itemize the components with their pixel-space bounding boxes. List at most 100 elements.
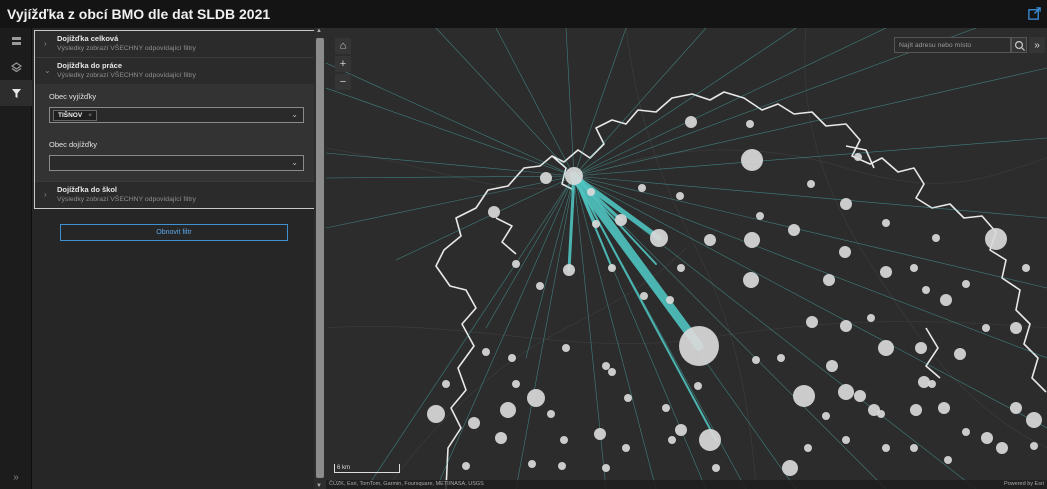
municipality-point[interactable] bbox=[1010, 322, 1022, 334]
municipality-point[interactable] bbox=[427, 405, 445, 423]
municipality-point[interactable] bbox=[666, 296, 674, 304]
municipality-point[interactable] bbox=[743, 272, 759, 288]
municipality-point[interactable] bbox=[560, 436, 568, 444]
municipality-point[interactable] bbox=[741, 149, 763, 171]
municipality-point[interactable] bbox=[512, 260, 520, 268]
municipality-point[interactable] bbox=[592, 220, 600, 228]
municipality-point[interactable] bbox=[565, 167, 583, 185]
municipality-point[interactable] bbox=[640, 292, 648, 300]
municipality-point[interactable] bbox=[746, 120, 754, 128]
search-icon[interactable] bbox=[1011, 37, 1027, 53]
municipality-point[interactable] bbox=[677, 264, 685, 272]
municipality-point[interactable] bbox=[981, 432, 993, 444]
home-icon[interactable]: ⌂ bbox=[335, 38, 351, 54]
municipality-point[interactable] bbox=[918, 376, 930, 388]
municipality-point[interactable] bbox=[840, 320, 852, 332]
municipality-point[interactable] bbox=[587, 188, 595, 196]
municipality-point[interactable] bbox=[777, 354, 785, 362]
municipality-point[interactable] bbox=[804, 444, 812, 452]
municipality-point[interactable] bbox=[867, 314, 875, 322]
municipality-point[interactable] bbox=[938, 402, 950, 414]
municipality-point[interactable] bbox=[704, 234, 716, 246]
filter-icon[interactable] bbox=[0, 80, 32, 106]
basemap-icon[interactable] bbox=[0, 54, 32, 80]
municipality-point[interactable] bbox=[500, 402, 516, 418]
municipality-point[interactable] bbox=[536, 282, 544, 290]
destination-select[interactable]: ⌄ bbox=[49, 155, 304, 171]
municipality-point[interactable] bbox=[622, 444, 630, 452]
municipality-point[interactable] bbox=[915, 342, 927, 354]
municipality-point[interactable] bbox=[854, 390, 866, 402]
municipality-point[interactable] bbox=[694, 382, 702, 390]
municipality-point[interactable] bbox=[839, 246, 851, 258]
municipality-point[interactable] bbox=[668, 436, 676, 444]
municipality-point[interactable] bbox=[562, 344, 570, 352]
municipality-point[interactable] bbox=[1026, 412, 1042, 428]
share-icon[interactable] bbox=[1027, 6, 1042, 21]
municipality-point[interactable] bbox=[662, 404, 670, 412]
layers-list-icon[interactable] bbox=[0, 28, 32, 54]
municipality-point[interactable] bbox=[1010, 402, 1022, 414]
municipality-point[interactable] bbox=[882, 444, 890, 452]
municipality-point[interactable] bbox=[675, 424, 687, 436]
municipality-point[interactable] bbox=[962, 280, 970, 288]
municipality-point[interactable] bbox=[954, 348, 966, 360]
filter-section-school[interactable]: › Dojížďka do škol Výsledky zobrazí VŠEC… bbox=[35, 182, 316, 208]
municipality-point[interactable] bbox=[922, 286, 930, 294]
municipality-point[interactable] bbox=[679, 326, 719, 366]
origin-select[interactable]: TIŠNOV × ⌄ bbox=[49, 107, 304, 123]
municipality-point[interactable] bbox=[928, 380, 936, 388]
municipality-point[interactable] bbox=[910, 444, 918, 452]
municipality-point[interactable] bbox=[782, 460, 798, 476]
municipality-point[interactable] bbox=[838, 384, 854, 400]
municipality-point[interactable] bbox=[996, 442, 1008, 454]
municipality-point[interactable] bbox=[962, 428, 970, 436]
municipality-point[interactable] bbox=[807, 180, 815, 188]
municipality-point[interactable] bbox=[806, 316, 818, 328]
map-canvas[interactable] bbox=[326, 28, 1047, 489]
municipality-point[interactable] bbox=[563, 264, 575, 276]
municipality-point[interactable] bbox=[638, 184, 646, 192]
municipality-point[interactable] bbox=[882, 219, 890, 227]
municipality-point[interactable] bbox=[842, 436, 850, 444]
municipality-point[interactable] bbox=[1022, 264, 1030, 272]
municipality-point[interactable] bbox=[442, 380, 450, 388]
municipality-point[interactable] bbox=[508, 354, 516, 362]
municipality-point[interactable] bbox=[823, 274, 835, 286]
municipality-point[interactable] bbox=[878, 340, 894, 356]
municipality-point[interactable] bbox=[650, 229, 668, 247]
zoom-in-icon[interactable]: + bbox=[335, 56, 351, 72]
remove-tag-icon[interactable]: × bbox=[88, 112, 92, 119]
expand-panel-button[interactable]: » bbox=[0, 472, 32, 483]
municipality-point[interactable] bbox=[826, 360, 838, 372]
municipality-point[interactable] bbox=[527, 389, 545, 407]
municipality-point[interactable] bbox=[602, 464, 610, 472]
municipality-point[interactable] bbox=[608, 368, 616, 376]
municipality-point[interactable] bbox=[615, 214, 627, 226]
filter-section-total[interactable]: › Dojížďka celková Výsledky zobrazí VŠEC… bbox=[35, 31, 316, 58]
municipality-point[interactable] bbox=[462, 462, 470, 470]
search-input[interactable]: Najít adresu nebo místo bbox=[894, 37, 1011, 53]
municipality-point[interactable] bbox=[744, 232, 760, 248]
municipality-point[interactable] bbox=[512, 380, 520, 388]
municipality-point[interactable] bbox=[982, 324, 990, 332]
refresh-filter-button[interactable]: Obnovit filtr bbox=[60, 224, 288, 241]
municipality-point[interactable] bbox=[699, 429, 721, 451]
municipality-point[interactable] bbox=[594, 428, 606, 440]
municipality-point[interactable] bbox=[944, 456, 952, 464]
municipality-point[interactable] bbox=[910, 404, 922, 416]
origin-tag[interactable]: TIŠNOV × bbox=[53, 109, 97, 121]
municipality-point[interactable] bbox=[712, 464, 720, 472]
scroll-down-icon[interactable]: ▼ bbox=[316, 483, 322, 489]
municipality-point[interactable] bbox=[877, 410, 885, 418]
scroll-up-icon[interactable]: ▲ bbox=[316, 28, 322, 34]
scrollbar-thumb[interactable] bbox=[316, 38, 324, 478]
municipality-point[interactable] bbox=[495, 432, 507, 444]
municipality-point[interactable] bbox=[985, 228, 1007, 250]
municipality-point[interactable] bbox=[482, 348, 490, 356]
municipality-point[interactable] bbox=[488, 206, 500, 218]
municipality-point[interactable] bbox=[1030, 442, 1038, 450]
municipality-point[interactable] bbox=[940, 294, 952, 306]
municipality-point[interactable] bbox=[602, 362, 610, 370]
expand-search-icon[interactable]: » bbox=[1029, 37, 1045, 53]
